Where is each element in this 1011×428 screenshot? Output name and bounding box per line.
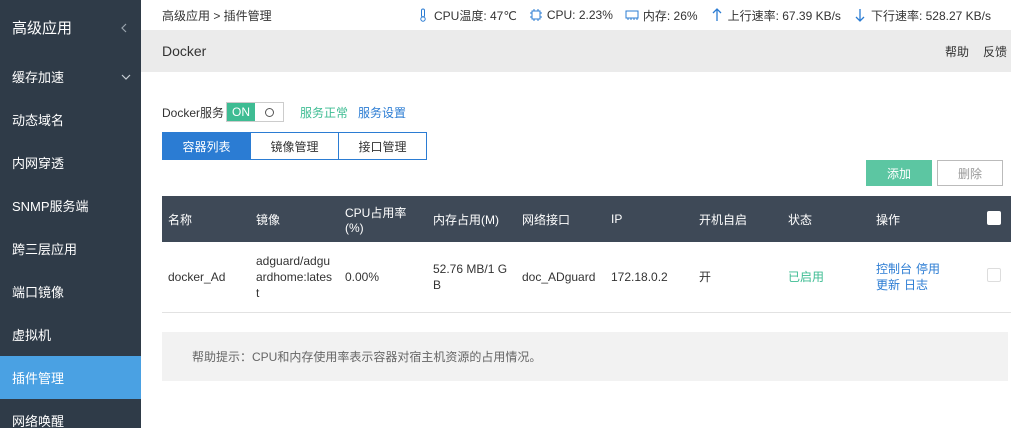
- row-checkbox[interactable]: [987, 267, 1001, 282]
- sidebar-item-nat-traversal[interactable]: 内网穿透: [0, 141, 141, 184]
- col-select: [970, 196, 1011, 242]
- tab-image-management[interactable]: 镜像管理: [250, 132, 339, 160]
- sidebar-item-label: 内网穿透: [12, 156, 65, 171]
- cpu-stat: CPU: 2.23%: [529, 8, 613, 22]
- tab-interface-management[interactable]: 接口管理: [338, 132, 427, 160]
- upload-stat: 上行速率: 67.39 KB/s: [710, 7, 841, 24]
- sidebar-item-l3-app[interactable]: 跨三层应用: [0, 227, 141, 270]
- docker-service-toggle[interactable]: ON: [226, 102, 285, 122]
- cell-select: [970, 242, 1011, 312]
- cell-operations: 控制台 停用 更新 日志: [870, 242, 970, 312]
- sidebar-item-label: 虚拟机: [12, 328, 52, 343]
- col-cpu: CPU占用率(%): [345, 205, 407, 235]
- memory-icon: [625, 10, 639, 20]
- stop-link[interactable]: 停用: [916, 262, 940, 276]
- console-link[interactable]: 控制台: [876, 262, 912, 276]
- status-bar: 高级应用 > 插件管理 CPU温度: 47℃ CPU: 2.23% 内存: 26…: [141, 0, 1011, 30]
- col-interface: 网络接口: [522, 212, 571, 227]
- table-row: docker_Ad adguard/adguardhome:latest 0.0…: [162, 242, 1011, 312]
- cell-status: 已启用: [788, 269, 825, 284]
- help-tip: 帮助提示：CPU和内存使用率表示容器对宿主机资源的占用情况。: [162, 332, 1008, 381]
- sidebar-item-label: SNMP服务端: [12, 199, 89, 214]
- feedback-link[interactable]: 反馈: [983, 43, 1007, 60]
- container-table: 名称 镜像 CPU占用率(%) 内存占用(M) 网络接口 IP 开机自启 状态 …: [162, 196, 1011, 313]
- cell-memory: 52.76 MB/1 GB: [433, 261, 508, 292]
- sidebar-item-wol[interactable]: 网络唤醒: [0, 399, 141, 428]
- col-image: 镜像: [256, 212, 281, 227]
- sidebar-item-label: 插件管理: [12, 371, 65, 386]
- sidebar-item-label: 端口镜像: [12, 285, 65, 300]
- title-bar: Docker 帮助 反馈: [141, 30, 1011, 72]
- delete-button[interactable]: 删除: [937, 160, 1003, 186]
- help-link[interactable]: 帮助: [945, 43, 969, 60]
- download-text: 下行速率: 528.27 KB/s: [870, 8, 991, 23]
- chevron-left-icon[interactable]: [119, 23, 129, 33]
- select-all-checkbox[interactable]: [987, 210, 1001, 225]
- cpu-chip-icon: [529, 9, 542, 21]
- sidebar-item-label: 跨三层应用: [12, 242, 78, 257]
- cell-ip: 172.18.0.2: [611, 269, 668, 284]
- sidebar-item-snmp[interactable]: SNMP服务端: [0, 184, 141, 227]
- toggle-knob: [255, 103, 283, 121]
- sidebar-item-label: 动态域名: [12, 113, 65, 128]
- col-ip: IP: [611, 212, 623, 226]
- breadcrumb: 高级应用 > 插件管理: [162, 8, 272, 23]
- memory-stat: 内存: 26%: [625, 7, 698, 24]
- sidebar: 高级应用 缓存加速 动态域名 内网穿透 SNMP服务端 跨三层应用 端口镜像 虚…: [0, 0, 141, 428]
- arrow-up-icon: [712, 8, 722, 21]
- tab-bar: 容器列表 镜像管理 接口管理: [162, 132, 427, 160]
- cpu-temp-text: CPU温度: 47℃: [434, 8, 517, 23]
- sidebar-header-label: 高级应用: [12, 20, 73, 37]
- arrow-down-icon: [855, 9, 865, 22]
- download-stat: 下行速率: 528.27 KB/s: [853, 7, 991, 24]
- sidebar-item-label: 缓存加速: [12, 70, 65, 85]
- sidebar-item-vm[interactable]: 虚拟机: [0, 313, 141, 356]
- service-status: 服务正常: [300, 105, 349, 120]
- cell-name: docker_Ad: [168, 269, 226, 284]
- thermometer-icon: [420, 8, 426, 22]
- docker-service-label: Docker服务: [162, 105, 225, 120]
- logs-link[interactable]: 日志: [904, 278, 928, 292]
- add-button[interactable]: 添加: [866, 160, 932, 186]
- col-autostart: 开机自启: [699, 212, 748, 227]
- cell-autostart: 开: [699, 269, 712, 284]
- sidebar-item-plugins[interactable]: 插件管理: [0, 356, 141, 399]
- docker-service-row: Docker服务 ON 服务正常 服务设置: [162, 102, 406, 122]
- toggle-on-label: ON: [227, 103, 256, 121]
- cell-cpu: 0.00%: [345, 269, 380, 284]
- sidebar-item-cache[interactable]: 缓存加速: [0, 55, 141, 98]
- col-name: 名称: [168, 212, 193, 227]
- cell-image: adguard/adguardhome:latest: [256, 253, 333, 300]
- table-header-row: 名称 镜像 CPU占用率(%) 内存占用(M) 网络接口 IP 开机自启 状态 …: [162, 196, 1011, 242]
- sidebar-item-ddns[interactable]: 动态域名: [0, 98, 141, 141]
- col-status: 状态: [788, 212, 813, 227]
- upload-text: 上行速率: 67.39 KB/s: [727, 8, 841, 23]
- memory-text: 内存: 26%: [642, 8, 698, 23]
- page-title: Docker: [162, 43, 207, 59]
- tab-container-list[interactable]: 容器列表: [162, 132, 251, 160]
- update-link[interactable]: 更新: [876, 278, 900, 292]
- col-memory: 内存占用(M): [433, 212, 499, 227]
- sidebar-item-port-mirror[interactable]: 端口镜像: [0, 270, 141, 313]
- col-operations: 操作: [876, 212, 901, 227]
- chevron-down-icon: [121, 74, 131, 80]
- cpu-text: CPU: 2.23%: [546, 8, 613, 22]
- cell-interface: doc_ADguard: [522, 269, 596, 284]
- sidebar-header[interactable]: 高级应用: [0, 0, 141, 55]
- sidebar-item-label: 网络唤醒: [12, 414, 65, 428]
- service-settings-link[interactable]: 服务设置: [358, 104, 406, 121]
- cpu-temp-stat: CPU温度: 47℃: [416, 7, 517, 24]
